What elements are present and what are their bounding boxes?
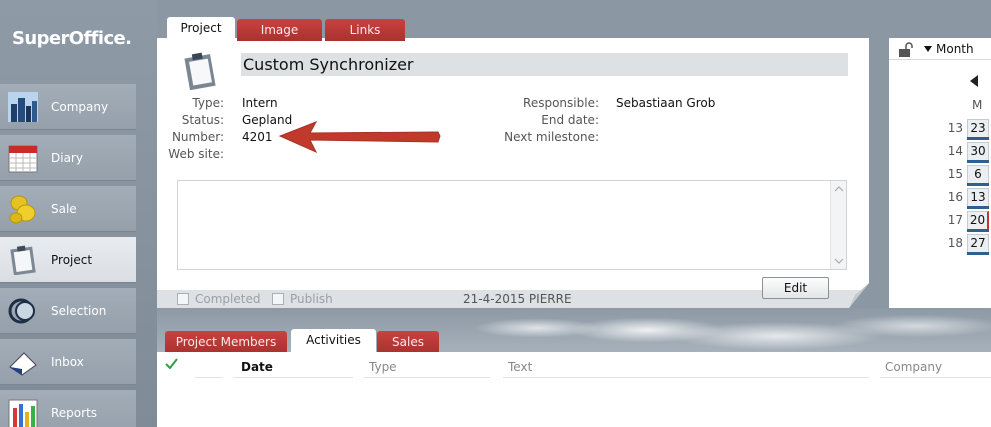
tab-image[interactable]: Image — [237, 19, 322, 41]
tab-project-members[interactable]: Project Members — [165, 331, 287, 353]
next-milestone-label: Next milestone: — [504, 130, 599, 144]
clipboard-icon — [8, 245, 38, 275]
description-scrollbar[interactable] — [830, 181, 846, 269]
tab-links[interactable]: Links — [325, 19, 405, 41]
calendar-day[interactable]: 6 — [967, 165, 989, 186]
number-label: Number: — [171, 130, 224, 144]
week-number: 18 — [947, 236, 963, 250]
project-clipboard-icon — [183, 50, 219, 91]
sidebar-item-reports[interactable]: Reports — [0, 390, 136, 427]
unlock-icon[interactable] — [898, 42, 914, 58]
day-activity-bar — [967, 137, 989, 140]
day-activity-bar — [967, 229, 989, 232]
week-number: 13 — [947, 121, 963, 135]
bar-chart-icon — [8, 398, 38, 427]
sidebar-item-company[interactable]: Company — [0, 84, 136, 130]
coins-icon — [8, 194, 38, 224]
dropdown-triangle-icon[interactable] — [924, 46, 932, 52]
column-divider — [880, 377, 991, 378]
day-label: 20 — [969, 213, 986, 227]
tab-project[interactable]: Project — [167, 17, 235, 39]
sidebar-item-project[interactable]: Project — [0, 237, 136, 283]
website-label: Web site: — [168, 147, 224, 161]
day-activity-bar — [967, 160, 989, 163]
envelope-icon — [8, 347, 38, 377]
sidebar-item-label: Project — [51, 252, 93, 267]
day-label: 6 — [974, 167, 982, 181]
calendar-day[interactable]: 27 — [967, 234, 989, 255]
column-header-company[interactable]: Company — [885, 360, 942, 374]
day-label: 27 — [970, 236, 986, 250]
selection-circles-icon — [8, 296, 38, 326]
weekday-header: M — [972, 98, 983, 112]
sidebar-item-label: Selection — [51, 303, 107, 318]
publish-label: Publish — [290, 292, 333, 306]
end-date-label: End date: — [541, 113, 599, 127]
sidebar-item-inbox[interactable]: Inbox — [0, 339, 136, 385]
day-activity-bar — [967, 206, 989, 209]
column-divider — [195, 377, 223, 378]
week-number: 15 — [947, 167, 963, 181]
column-header-date[interactable]: Date — [241, 360, 273, 374]
calendar-icon — [8, 143, 38, 173]
column-divider — [503, 377, 869, 378]
column-divider — [233, 377, 353, 378]
description-textarea[interactable] — [177, 180, 847, 270]
sidebar-item-label: Inbox — [51, 354, 84, 369]
tab-sales[interactable]: Sales — [377, 331, 439, 353]
responsible-label: Responsible: — [523, 96, 599, 110]
project-title-field[interactable]: Custom Synchronizer — [241, 53, 848, 76]
column-header-text[interactable]: Text — [508, 360, 532, 374]
day-label: 13 — [970, 190, 986, 204]
previous-month-icon[interactable] — [970, 75, 978, 87]
type-label: Type: — [192, 96, 224, 110]
week-number: 16 — [947, 190, 963, 204]
column-header-type[interactable]: Type — [369, 360, 397, 374]
sidebar-item-selection[interactable]: Selection — [0, 288, 136, 334]
calendar-day-today[interactable]: 20 — [967, 211, 989, 232]
sidebar-item-label: Diary — [51, 150, 83, 165]
column-divider — [364, 377, 490, 378]
scroll-down-icon[interactable] — [834, 257, 844, 265]
day-label: 23 — [970, 121, 986, 135]
company-buildings-icon — [8, 91, 38, 122]
updated-info: 21-4-2015 PIERRE — [463, 292, 572, 306]
type-value[interactable]: Intern — [242, 96, 278, 110]
annotation-arrow-icon — [278, 121, 441, 154]
activities-panel — [157, 352, 991, 427]
sidebar: SuperOffice. Company Diary Sale Project … — [0, 0, 157, 427]
calendar-mode-select[interactable]: Month — [936, 42, 974, 56]
sidebar-item-diary[interactable]: Diary — [0, 135, 136, 181]
week-number: 14 — [947, 144, 963, 158]
responsible-value[interactable]: Sebastiaan Grob — [616, 96, 715, 110]
sidebar-item-sale[interactable]: Sale — [0, 186, 136, 232]
sidebar-item-label: Reports — [51, 405, 98, 420]
week-number: 17 — [947, 213, 963, 227]
publish-checkbox[interactable] — [272, 293, 284, 305]
completed-checkbox[interactable] — [177, 293, 189, 305]
calendar-day[interactable]: 30 — [967, 142, 989, 163]
sidebar-item-label: Company — [51, 99, 109, 114]
edit-button[interactable]: Edit — [762, 277, 829, 299]
day-activity-bar — [967, 183, 989, 186]
tab-activities[interactable]: Activities — [291, 329, 376, 353]
completed-label: Completed — [195, 292, 261, 306]
status-label: Status: — [181, 113, 224, 127]
checkmark-icon[interactable] — [165, 358, 178, 370]
page-curl-icon — [849, 283, 869, 308]
sidebar-item-label: Sale — [51, 201, 77, 216]
number-value[interactable]: 4201 — [242, 130, 273, 144]
calendar-day[interactable]: 23 — [967, 119, 989, 140]
day-activity-bar — [967, 252, 989, 255]
scroll-up-icon[interactable] — [834, 185, 844, 193]
calendar-day[interactable]: 13 — [967, 188, 989, 209]
superoffice-logo: SuperOffice. — [12, 28, 132, 49]
day-label: 30 — [970, 144, 986, 158]
